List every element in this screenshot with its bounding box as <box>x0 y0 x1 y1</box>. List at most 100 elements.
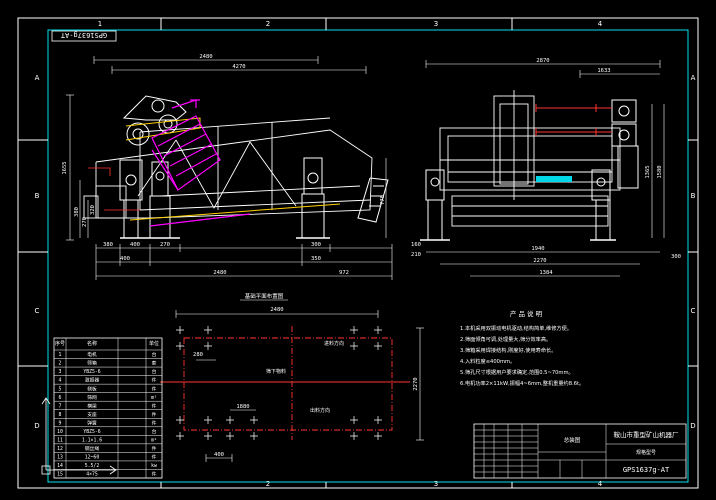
parts-row-unit: 台 <box>152 428 157 435</box>
tech-note-1: 1.本机采用双振动电机驱动,结构简单,维修方便。 <box>460 324 572 332</box>
parts-row-no: 3 <box>59 369 62 375</box>
fv-dim-top-2: 4270 <box>232 64 245 70</box>
foundation-plan-title: 基础平面布置图 <box>245 292 284 300</box>
title-block: 总装图 鞍山市重型矿山机器厂 规格型号 GPS1637g-AT <box>473 423 687 479</box>
parts-row-unit: 件 <box>152 411 157 418</box>
fp-label-3: 出料方向 <box>310 407 330 414</box>
parts-row-name: 4×75 <box>86 472 98 478</box>
border-col-1: 1 <box>98 20 102 28</box>
anchor-bolts <box>176 326 382 440</box>
parts-row-name: 筛网 <box>87 394 97 401</box>
sv-dim-b-2: 2270 <box>533 258 546 264</box>
sv-dim-b-6: 300 <box>671 254 681 260</box>
border-col-4-bottom: 4 <box>598 480 603 488</box>
parts-row-unit: m² <box>151 438 157 443</box>
sv-dim-b-1: 1940 <box>531 246 544 252</box>
fp-label-1: 进料方向 <box>324 340 344 347</box>
fv-dim-main: 2480 <box>213 270 226 276</box>
sv-dim-b-3: 1384 <box>539 270 553 276</box>
fv-dim-left-2: 380 <box>74 207 80 217</box>
parts-row-name: 1.1×1.6 <box>82 437 102 443</box>
fv-dim-small: 400 <box>120 256 130 262</box>
fv-dim-b-4: 300 <box>311 242 321 248</box>
drawing-code-top: GPS1637g-AT <box>60 31 107 39</box>
tech-notes: 产 品 说 明 1.本机采用双振动电机驱动,结构简单,维修方便。 2.筛面倾角可… <box>460 309 584 387</box>
parts-row-name: 弹簧 <box>87 419 97 426</box>
tech-note-4: 4.入料粒度≤400mm。 <box>460 357 515 365</box>
sv-dim-top-2: 1633 <box>597 68 610 74</box>
parts-row-no: 5 <box>59 386 62 392</box>
parts-row-unit: 件 <box>152 445 157 452</box>
cad-drawing-canvas: 1 2 3 4 2 3 4 A B C D A B C D GPS1637g-A… <box>17 17 699 489</box>
sv-dim-b-4: 160 <box>411 242 421 248</box>
border-row-c-right: C <box>691 307 696 315</box>
parts-row-unit: 件 <box>152 385 157 392</box>
fv-dim-b-1: 380 <box>103 242 113 248</box>
parts-row-no: 7 <box>59 403 62 409</box>
parts-row-unit: 件 <box>152 419 157 426</box>
parts-row-no: 4 <box>59 378 62 384</box>
tech-notes-title: 产 品 说 明 <box>510 309 543 318</box>
fv-dim-left-3: 270 <box>82 217 88 227</box>
tech-note-2: 2.筛面倾角可调,处理量大,筛分效率高。 <box>460 335 551 343</box>
fv-dim-b-6: 972 <box>339 270 349 276</box>
parts-table: 序号 名称 单位 1 电机 台2 筛箱 套3 YBZ5-6 台4 激振器 件5 侧板 件6 筛网 m²7… <box>41 337 163 479</box>
nameplate <box>536 176 572 182</box>
drawing-code-stamp: GPS1637g-AT <box>51 30 117 42</box>
fp-dim-2: 280 <box>193 352 203 358</box>
parts-row-unit: 件 <box>152 471 157 478</box>
fp-dim-3: 2270 <box>413 377 419 390</box>
parts-row-name: 钢丝绳 <box>85 445 100 452</box>
fp-dim-1: 2480 <box>270 307 283 313</box>
parts-row-name: YBZ5-6 <box>83 429 100 435</box>
side-view: 2870 1633 1940 2270 1384 160 210 300 136… <box>411 58 681 277</box>
tb-label-mid: 规格型号 <box>636 449 656 456</box>
tech-note-6: 6.电机功率2×11kW,振幅4~6mm,整机重量约8.6t。 <box>460 379 584 387</box>
parts-row-no: 6 <box>59 395 62 401</box>
parts-row-no: 12 <box>57 446 63 452</box>
parts-row-unit: m² <box>151 396 157 401</box>
parts-row-no: 9 <box>59 420 62 426</box>
parts-row-unit: kw <box>151 463 157 469</box>
parts-row-no: 1 <box>59 352 62 358</box>
border-col-3-bottom: 3 <box>434 480 438 488</box>
fv-dim-b-2: 400 <box>130 242 140 248</box>
fp-dim-4: 1880 <box>236 404 249 410</box>
parts-row-name: YBZ5-6 <box>83 369 100 375</box>
ucs-icon <box>41 397 117 475</box>
tech-note-5: 5.筛孔尺寸根据用户要求确定,范围0.5~70mm。 <box>460 368 574 376</box>
parts-row-unit: 件 <box>152 377 157 384</box>
parts-row-unit: 台 <box>152 351 157 358</box>
border-row-d-right: D <box>690 422 695 430</box>
parts-row-name: 支座 <box>87 411 97 418</box>
fv-dim-b-3: 270 <box>160 242 170 248</box>
parts-row-no: 10 <box>57 429 63 435</box>
parts-row-no: 15 <box>57 472 63 478</box>
sv-dim-right-1: 1365 <box>645 165 651 178</box>
parts-row-unit: 套 <box>152 360 157 367</box>
tb-company: 鞍山市重型矿山机器厂 <box>614 430 680 439</box>
parts-row-name: 激振器 <box>85 377 100 384</box>
fv-dim-right: 770 <box>380 195 386 205</box>
parts-row-name: 电机 <box>87 351 97 358</box>
border-row-b: B <box>35 192 40 200</box>
fp-dim-5: 400 <box>214 452 224 458</box>
parts-row-unit: 件 <box>152 454 157 461</box>
fv-dim-left-4: 320 <box>90 205 96 215</box>
tb-drawing-code: GPS1637g-AT <box>623 466 670 474</box>
parts-row-no: 11 <box>57 437 63 443</box>
parts-header-no: 序号 <box>55 340 65 347</box>
parts-header-unit: 单位 <box>149 340 159 347</box>
front-view: 2480 4270 380 400 270 300 350 972 400 24… <box>62 54 393 280</box>
sv-dim-top-1: 2870 <box>536 58 549 64</box>
fp-label-2: 筛下物料 <box>266 368 286 375</box>
border-col-2-bottom: 2 <box>266 480 270 488</box>
border-row-c: C <box>35 307 40 315</box>
border-row-d: D <box>34 422 39 430</box>
fv-dim-b-5: 350 <box>311 256 321 262</box>
tech-note-3: 3.筛箱采用焊接结构,刚度好,使用寿命长。 <box>460 346 556 354</box>
fv-dim-top-1: 2480 <box>199 54 212 60</box>
parts-row-name: 12~60 <box>85 455 100 461</box>
parts-header-name: 名称 <box>87 340 97 347</box>
parts-row-name: 5.5/2 <box>85 463 100 469</box>
